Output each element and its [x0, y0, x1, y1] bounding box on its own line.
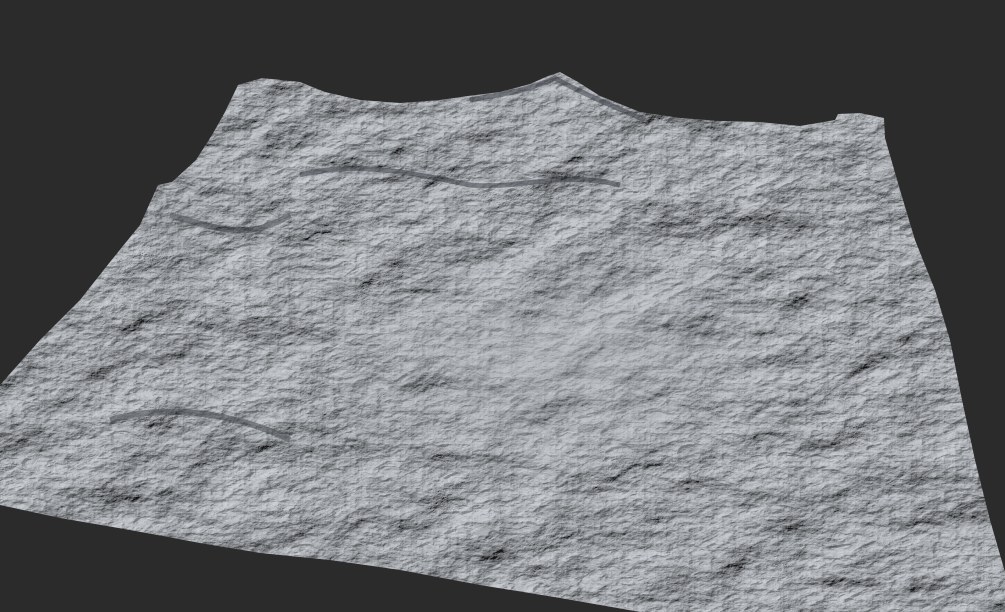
- terrain-surface: [0, 72, 1005, 612]
- render-viewport[interactable]: [0, 0, 1005, 612]
- terrain-render: [0, 72, 1005, 612]
- terrain-central-basin: [260, 190, 860, 490]
